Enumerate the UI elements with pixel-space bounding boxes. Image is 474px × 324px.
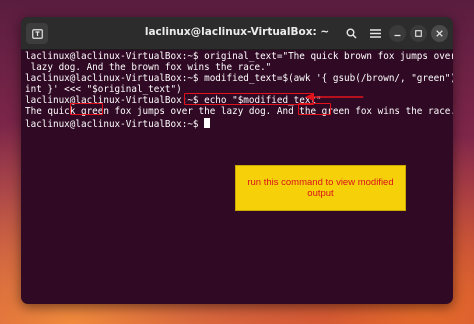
title-bar: laclinux@laclinux-VirtualBox: ~ bbox=[21, 17, 453, 50]
arrow-icon bbox=[305, 93, 364, 101]
window-title: laclinux@laclinux-VirtualBox: ~ bbox=[144, 26, 330, 38]
annotation-note-text: run this command to view modified output bbox=[247, 177, 394, 199]
search-button[interactable] bbox=[341, 23, 362, 44]
search-icon bbox=[346, 28, 357, 39]
close-icon bbox=[436, 30, 443, 37]
new-tab-button[interactable] bbox=[26, 23, 48, 44]
terminal-prompt: laclinux@laclinux-VirtualBox:~$ bbox=[25, 119, 205, 130]
terminal-window: laclinux@laclinux-VirtualBox: ~ laclinux… bbox=[21, 17, 453, 304]
command-highlight-box bbox=[184, 93, 314, 105]
annotation-note: run this command to view modified output bbox=[235, 165, 406, 211]
minimize-icon bbox=[394, 34, 401, 37]
maximize-icon bbox=[415, 30, 422, 37]
hamburger-menu-icon bbox=[370, 29, 381, 38]
terminal-prompt-line: laclinux@laclinux-VirtualBox:~$ bbox=[25, 118, 211, 130]
word-highlight-box bbox=[70, 103, 103, 115]
maximize-button[interactable] bbox=[410, 25, 427, 42]
menu-button[interactable] bbox=[365, 23, 386, 44]
minimize-button[interactable] bbox=[389, 25, 406, 42]
close-button[interactable] bbox=[431, 25, 448, 42]
terminal-cursor bbox=[204, 118, 211, 128]
new-tab-icon bbox=[31, 28, 43, 39]
word-highlight-box bbox=[298, 103, 331, 115]
